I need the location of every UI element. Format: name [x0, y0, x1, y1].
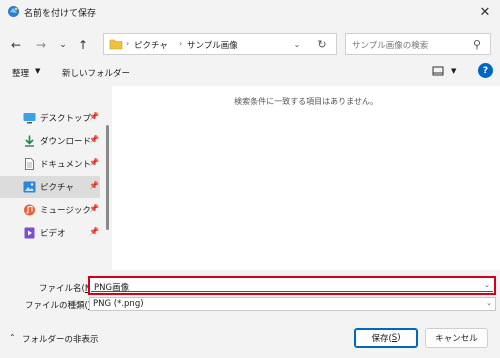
search-input[interactable]: サンプル画像の検索 ⚲: [345, 33, 491, 55]
chevron-up-icon[interactable]: ⌃: [9, 333, 16, 342]
filetype-select[interactable]: PNG (*.png) ⌄: [89, 297, 496, 311]
address-dropdown-chevron-icon[interactable]: ⌄: [290, 37, 304, 51]
pin-icon[interactable]: 📌: [89, 181, 99, 190]
sidebar-item-label: ドキュメント: [40, 160, 92, 170]
breadcrumb-pictures[interactable]: ピクチャ: [134, 39, 168, 51]
organize-menu-button[interactable]: 整理: [12, 67, 29, 79]
refresh-icon[interactable]: ↻: [314, 36, 330, 52]
search-placeholder: サンプル画像の検索: [352, 41, 429, 51]
sidebar-item-label: ピクチャ: [40, 183, 74, 193]
filename-dropdown-chevron-icon[interactable]: ⌄: [484, 281, 490, 289]
new-folder-button[interactable]: 新しいフォルダー: [62, 67, 130, 79]
download-icon: [25, 135, 34, 147]
pin-icon[interactable]: 📌: [89, 158, 99, 167]
filename-field[interactable]: PNG画像 ⌄: [88, 276, 496, 295]
music-icon: [24, 204, 35, 216]
sidebar-item-label: ミュージック: [40, 206, 91, 216]
pin-icon[interactable]: 📌: [89, 112, 99, 121]
save-dialog-icon: [8, 6, 19, 17]
documents-icon: [25, 158, 34, 170]
sidebar-item-label: ビデオ: [40, 229, 66, 239]
forward-arrow-icon[interactable]: →: [32, 36, 50, 54]
navigation-scrollbar[interactable]: [106, 125, 109, 230]
caret-down-icon: ▼: [35, 67, 41, 75]
pictures-icon: [23, 181, 36, 193]
filename-value[interactable]: PNG画像: [94, 281, 129, 293]
hide-folders-toggle[interactable]: フォルダーの非表示: [22, 333, 99, 345]
sidebar-item-desktop[interactable]: デスクトップ 📌: [0, 107, 100, 129]
breadcrumb-separator: ›: [179, 39, 183, 48]
folder-icon: [109, 39, 123, 50]
video-icon: [24, 227, 35, 239]
view-layout-icon[interactable]: [432, 66, 444, 76]
close-icon[interactable]: ✕: [470, 0, 500, 24]
address-bar[interactable]: › ピクチャ › サンプル画像 ⌄ ↻: [103, 33, 337, 55]
breadcrumb-separator: ›: [126, 39, 130, 48]
breadcrumb-sample-images[interactable]: サンプル画像: [187, 39, 238, 51]
sidebar-item-documents[interactable]: ドキュメント 📌: [0, 153, 100, 175]
pin-icon[interactable]: 📌: [89, 227, 99, 236]
empty-results-message: 検索条件に一致する項目はありません。: [234, 97, 378, 106]
pin-icon[interactable]: 📌: [89, 204, 99, 213]
filetype-dropdown-chevron-icon[interactable]: ⌄: [486, 299, 492, 307]
sidebar-item-downloads[interactable]: ダウンロード 📌: [0, 130, 100, 152]
pin-icon[interactable]: 📌: [89, 135, 99, 144]
file-list-area[interactable]: 検索条件に一致する項目はありません。: [112, 86, 500, 270]
back-arrow-icon[interactable]: ←: [7, 36, 25, 54]
cancel-button[interactable]: キャンセル: [425, 328, 488, 348]
window-title: 名前を付けて保存: [24, 9, 97, 19]
sidebar-item-label: ダウンロード: [40, 137, 92, 147]
sidebar-item-label: デスクトップ: [40, 114, 92, 124]
desktop-icon: [23, 113, 36, 124]
view-caret-down-icon[interactable]: ▼: [451, 67, 456, 75]
help-icon[interactable]: ?: [478, 63, 493, 78]
sidebar-item-videos[interactable]: ビデオ 📌: [0, 222, 100, 244]
filetype-value: PNG (*.png): [93, 299, 144, 309]
sidebar-item-pictures[interactable]: ピクチャ 📌: [0, 176, 100, 198]
recent-locations-chevron-icon[interactable]: ⌄: [54, 36, 72, 54]
save-button[interactable]: 保存(S): [354, 328, 418, 348]
up-arrow-icon[interactable]: ↑: [74, 36, 92, 54]
search-icon[interactable]: ⚲: [470, 37, 484, 51]
sidebar-item-music[interactable]: ミュージック 📌: [0, 199, 100, 221]
